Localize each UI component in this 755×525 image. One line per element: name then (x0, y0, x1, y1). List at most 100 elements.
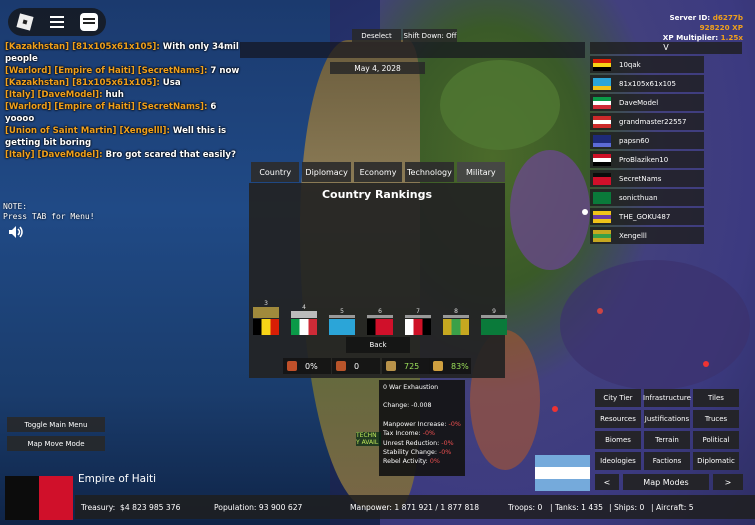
map-mode-terrain-button[interactable]: Terrain (644, 431, 690, 449)
map-modes-next-button[interactable]: > (713, 474, 743, 490)
player-list-item[interactable]: 81x105x61x105 (590, 75, 704, 92)
map-mode-political-button[interactable]: Political (693, 431, 739, 449)
map-mode-factions-button[interactable]: Factions (644, 452, 690, 470)
map-mode-biomes-button[interactable]: Biomes (595, 431, 641, 449)
map-mode-diplomatic-button[interactable]: Diplomatic (693, 452, 739, 470)
rank-bar (443, 315, 469, 318)
chat-sender: [Italy] [DaveModel]: (5, 150, 103, 160)
tab-diplomacy[interactable]: Diplomacy (302, 162, 351, 182)
crossed-swords-icon (336, 361, 346, 371)
speaker-icon[interactable] (8, 225, 24, 239)
map-move-mode-button[interactable]: Map Move Mode (7, 436, 105, 451)
player-list-item[interactable]: papsn60 (590, 132, 704, 149)
stat-war-exhaustion[interactable]: 0% (283, 358, 331, 374)
map-country-flag[interactable] (535, 455, 590, 491)
country-flag[interactable] (5, 476, 73, 520)
rank-bar (367, 315, 393, 318)
player-list-toggle[interactable]: V (590, 42, 742, 54)
map-mode-resources-button[interactable]: Resources (595, 410, 641, 428)
tab-economy[interactable]: Economy (353, 162, 403, 182)
chat-message: [Kazakhstan] [81x105x61x105]: With only … (5, 41, 240, 65)
hamburger-menu-icon[interactable] (48, 13, 66, 31)
tooltip-line-label: Manpower Increase: (383, 420, 447, 428)
stat-crossed-swords[interactable]: 0 (332, 358, 380, 374)
player-flag-icon (593, 58, 611, 71)
ranking-entry[interactable]: 7 (405, 308, 431, 335)
flag-stripe (535, 467, 590, 479)
player-flag-icon (593, 77, 611, 90)
shift-down-toggle[interactable]: Shift Down: Off (403, 29, 457, 42)
rank-bar (329, 315, 355, 318)
stat-bank[interactable]: 725 (382, 358, 430, 374)
map-unit-marker[interactable] (703, 361, 709, 367)
player-list-item[interactable]: Xengelll (590, 227, 704, 244)
tooltip-line-label: Stability Change: (383, 449, 437, 457)
chat-message: [Union of Saint Martin] [Xengelll]: Well… (5, 125, 240, 149)
map-unit-marker[interactable] (582, 209, 588, 215)
xp-multiplier-label: XP Multiplier: (662, 33, 719, 42)
ships-value: 0 (639, 503, 645, 512)
chat-text: huh (105, 90, 124, 100)
player-name: grandmaster22557 (619, 117, 687, 126)
player-name: sonicthuan (619, 193, 658, 202)
map-mode-ideologies-button[interactable]: Ideologies (595, 452, 641, 470)
chat-log: [Kazakhstan] [81x105x61x105]: With only … (5, 41, 240, 161)
chat-text: 7 now (210, 66, 240, 76)
chat-sender: [Union of Saint Martin] [Xengelll]: (5, 126, 170, 136)
tooltip-line-value: -0% (439, 449, 452, 457)
tab-country[interactable]: Country (251, 162, 300, 182)
map-mode-infrastructure-button[interactable]: Infrastructure (643, 389, 691, 407)
terrain-patch (510, 150, 590, 270)
stat-value: 83% (451, 361, 469, 371)
terrain-patch (440, 60, 560, 150)
player-flag-icon (593, 115, 611, 128)
ranking-entry[interactable]: 3 (253, 300, 279, 335)
population-label: Population: (214, 503, 257, 512)
tab-military[interactable]: Military (456, 162, 506, 182)
player-list-item[interactable]: grandmaster22557 (590, 113, 704, 130)
top-left-menu (8, 8, 106, 36)
toggle-main-menu-button[interactable]: Toggle Main Menu (7, 417, 105, 432)
map-mode-justifications-button[interactable]: Justifications (644, 410, 690, 428)
manpower-value: 1 871 921 / 1 877 818 (394, 503, 480, 512)
map-unit-marker[interactable] (597, 308, 603, 314)
ranking-entry[interactable]: 4 (291, 304, 317, 335)
tanks-value: 1 435 (581, 503, 603, 512)
player-list-item[interactable]: SecretNams (590, 170, 704, 187)
ranking-entry[interactable]: 8 (443, 308, 469, 335)
rank-country-flag-icon (443, 319, 469, 335)
country-stats-bar: Treasury: $4 823 985 376 Population: 93 … (75, 495, 755, 519)
player-flag-icon (593, 210, 611, 223)
deselect-button[interactable]: Deselect (352, 29, 401, 42)
technology-available-hint[interactable]: TECHN Y AVAIL (356, 432, 381, 446)
back-button[interactable]: Back (346, 337, 410, 353)
map-mode-tiles-button[interactable]: Tiles (693, 389, 739, 407)
map-mode-city-tier-button[interactable]: City Tier (595, 389, 641, 407)
stat-stability[interactable]: 83% (429, 358, 471, 374)
note-text: Press TAB for Menu! (3, 212, 95, 221)
chat-message: [Kazakhstan] [81x105x61x105]: Usa (5, 77, 240, 89)
tooltip-line: Stability Change: -0% (383, 448, 461, 457)
map-modes-prev-button[interactable]: < (595, 474, 619, 490)
tech-hint-line1: TECHN (356, 432, 377, 439)
rank-bar (253, 307, 279, 318)
player-flag-icon (593, 96, 611, 109)
player-list-item[interactable]: ProBlaziken10 (590, 151, 704, 168)
roblox-logo-icon[interactable] (16, 13, 34, 31)
tab-technology[interactable]: Technology (405, 162, 454, 182)
chat-icon[interactable] (80, 13, 98, 31)
ranking-entry[interactable]: 9 (481, 308, 507, 335)
player-list-item[interactable]: THE_GOKU487 (590, 208, 704, 225)
xp-multiplier: 1.25x (720, 33, 743, 42)
war-exhaustion-icon (287, 361, 297, 371)
player-list-item[interactable]: 10qak (590, 56, 704, 73)
map-mode-truces-button[interactable]: Truces (693, 410, 739, 428)
player-list-item[interactable]: DaveModel (590, 94, 704, 111)
ranking-entry[interactable]: 6 (367, 308, 393, 335)
player-list-item[interactable]: sonicthuan (590, 189, 704, 206)
player-flag-icon (593, 153, 611, 166)
rank-country-flag-icon (329, 319, 355, 335)
map-unit-marker[interactable] (552, 406, 558, 412)
ranking-entry[interactable]: 5 (329, 308, 355, 335)
chat-message: [Italy] [DaveModel]: huh (5, 89, 240, 101)
